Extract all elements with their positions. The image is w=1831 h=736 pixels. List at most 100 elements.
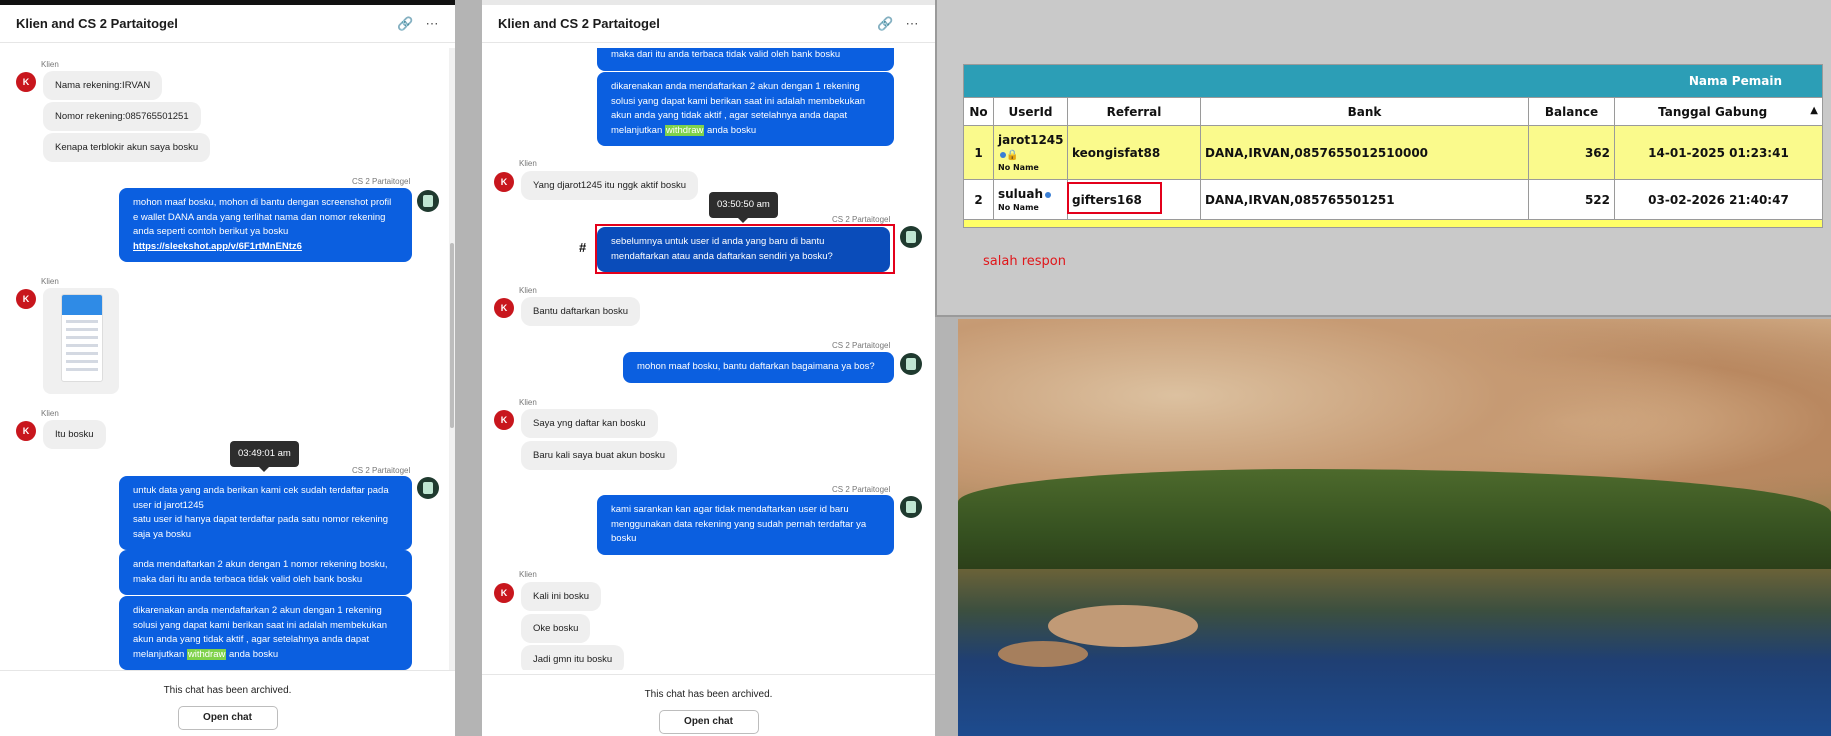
chat-panel-right: Klien and CS 2 Partaitogel 🔗 ⋯ maka dari… (482, 0, 935, 736)
message-list[interactable]: maka dari itu anda terbaca tidak valid o… (482, 48, 935, 670)
highlight-box (1067, 182, 1162, 214)
column-header[interactable]: UserId (993, 97, 1068, 126)
userid-subtext: No Name (998, 163, 1039, 172)
client-message: Nama rekening:IRVAN (43, 71, 163, 100)
client-avatar: K (494, 410, 514, 430)
agent-message: mohon maaf bosku, mohon di bantu dengan … (119, 188, 412, 262)
desktop-wallpaper (958, 319, 1831, 736)
lake (958, 569, 1831, 736)
cell-no: 1 (963, 125, 994, 180)
cell-balance: 362 (1528, 125, 1615, 180)
cell-balance: 522 (1528, 179, 1615, 220)
sender-label: CS 2 Partaitogel (832, 485, 891, 494)
boulder (1048, 605, 1198, 647)
open-chat-button[interactable]: Open chat (658, 710, 759, 734)
client-message: Kenapa terblokir akun saya bosku (43, 133, 211, 162)
sender-label: CS 2 Partaitogel (832, 341, 891, 350)
sender-label: Klien (41, 409, 59, 418)
agent-message: dikarenakan anda mendaftarkan 2 akun den… (597, 72, 894, 146)
highlight-box (595, 224, 895, 274)
agent-avatar (417, 477, 439, 499)
sender-label: Klien (41, 60, 59, 69)
client-message: Bantu daftarkan bosku (521, 297, 641, 326)
chat-footer: This chat has been archived. Open chat (0, 670, 455, 736)
sender-label: Klien (519, 398, 537, 407)
timestamp-tooltip: 03:50:50 am (709, 192, 778, 223)
cell-date: 03-02-2026 21:40:47 (1614, 179, 1823, 220)
sleekshot-link[interactable]: https://sleekshot.app/v/6F1rtMnENtz6 (133, 241, 302, 252)
column-header-sorted[interactable]: Tanggal Gabung ▲ (1614, 97, 1823, 126)
sender-label: Klien (519, 159, 537, 168)
agent-message-text: anda bosku (707, 124, 757, 136)
archived-notice: This chat has been archived. (163, 685, 292, 696)
cell-referral: gifters168 (1067, 179, 1201, 220)
cell-userid: suluah No Name (993, 179, 1068, 220)
link-icon[interactable]: 🔗 (877, 16, 893, 32)
open-chat-button[interactable]: Open chat (177, 706, 278, 730)
message-list[interactable]: Klien K Nama rekening:IRVAN Nomor rekeni… (0, 48, 455, 670)
scrollbar[interactable] (449, 48, 455, 670)
cell-bank: DANA,IRVAN,0857655012510000 (1200, 125, 1529, 180)
more-options-icon[interactable]: ⋯ (425, 16, 439, 32)
client-message: Oke bosku (521, 614, 591, 643)
sort-arrow-icon: ▲ (1810, 104, 1818, 116)
table-row[interactable]: 1 jarot1245 🔒 No Name keongisfat88 DANA,… (963, 125, 1823, 180)
trees (958, 469, 1831, 579)
client-message: Itu bosku (43, 420, 106, 449)
chat-title: Klien and CS 2 Partaitogel (16, 16, 178, 31)
client-message: Saya yng daftar kan bosku (521, 409, 658, 438)
boulder (998, 641, 1088, 667)
agent-message-text: mohon maaf bosku, mohon di bantu dengan … (133, 197, 392, 237)
agent-message: dikarenakan anda mendaftarkan 2 akun den… (119, 596, 412, 670)
player-table: Nama Pemain No UserId Referral Bank Bala… (963, 64, 1823, 228)
player-data-window: Nama Pemain No UserId Referral Bank Bala… (935, 0, 1831, 317)
chat-footer: This chat has been archived. Open chat (482, 674, 935, 736)
client-message: Baru kali saya buat akun bosku (521, 441, 678, 470)
column-header[interactable]: Bank (1200, 97, 1529, 126)
chat-header: Klien and CS 2 Partaitogel 🔗 ⋯ (482, 5, 935, 43)
sender-label: CS 2 Partaitogel (832, 215, 891, 224)
annotation-note: salah respon (983, 254, 1066, 269)
agent-message: kami sarankan kan agar tidak mendaftarka… (597, 495, 894, 555)
screenshot-attachment[interactable] (43, 288, 119, 394)
agent-message: anda mendaftarkan 2 akun dengan 1 nomor … (119, 550, 412, 595)
column-header[interactable]: Balance (1528, 97, 1615, 126)
sender-label: Klien (519, 570, 537, 579)
agent-message: mohon maaf bosku, bantu daftarkan bagaim… (623, 352, 894, 383)
chat-header: Klien and CS 2 Partaitogel 🔗 ⋯ (0, 5, 455, 43)
lock-icon: 🔒 (1006, 150, 1019, 161)
highlight-word: withdraw (186, 648, 227, 660)
sender-label: Klien (41, 277, 59, 286)
table-caption: Nama Pemain (963, 64, 1823, 98)
agent-avatar (900, 353, 922, 375)
column-header[interactable]: Referral (1067, 97, 1201, 126)
userid-text: suluah (998, 187, 1043, 201)
sender-label: Klien (519, 286, 537, 295)
sender-label: CS 2 Partaitogel (352, 466, 411, 475)
cell-bank: DANA,IRVAN,085765501251 (1200, 179, 1529, 220)
table-row[interactable]: 2 suluah No Name gifters168 DANA,IRVAN,0… (963, 179, 1823, 220)
archived-notice: This chat has been archived. (644, 689, 773, 700)
userid-text: jarot1245 (998, 133, 1064, 147)
agent-message: maka dari itu anda terbaca tidak valid o… (597, 48, 894, 71)
link-icon[interactable]: 🔗 (397, 16, 413, 32)
highlight-word: withdraw (664, 124, 705, 136)
column-header[interactable]: No (963, 97, 994, 126)
agent-message: untuk data yang anda berikan kami cek su… (119, 476, 412, 550)
more-options-icon[interactable]: ⋯ (905, 16, 919, 32)
client-message: Yang djarot1245 itu nggk aktif bosku (521, 171, 698, 200)
client-message: Jadi gmn itu bosku (521, 645, 625, 670)
status-dot-icon (1044, 191, 1051, 198)
client-avatar: K (494, 172, 514, 192)
client-message: Kali ini bosku (521, 582, 601, 611)
client-avatar: K (16, 72, 36, 92)
column-header-label: Tanggal Gabung (1658, 104, 1768, 119)
client-avatar: K (494, 298, 514, 318)
chat-title: Klien and CS 2 Partaitogel (498, 16, 660, 31)
timestamp-tooltip: 03:49:01 am (230, 441, 299, 472)
hash-marker: # (579, 240, 587, 255)
userid-subtext: No Name (998, 203, 1039, 212)
cell-date: 14-01-2025 01:23:41 (1614, 125, 1823, 180)
sender-label: CS 2 Partaitogel (352, 177, 411, 186)
client-avatar: K (16, 289, 36, 309)
